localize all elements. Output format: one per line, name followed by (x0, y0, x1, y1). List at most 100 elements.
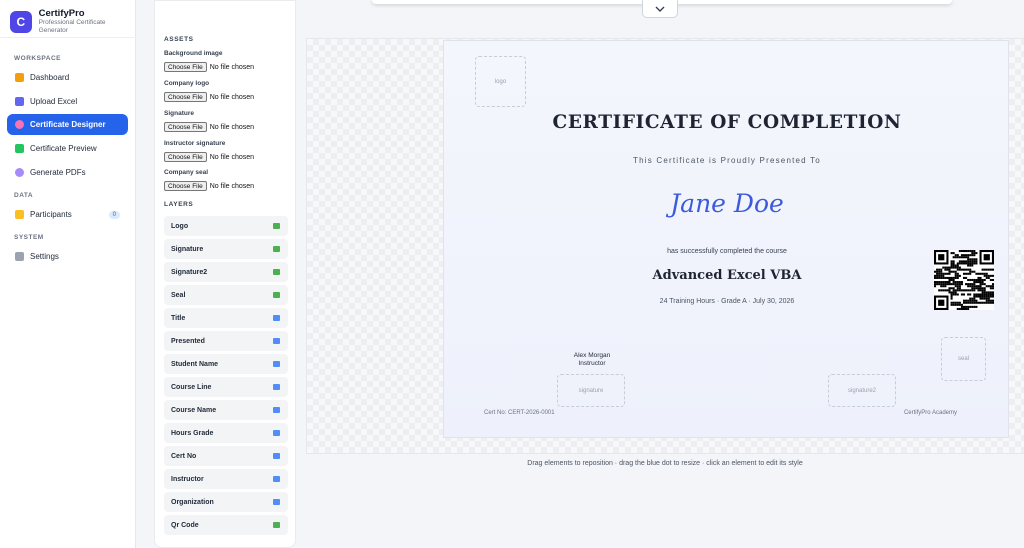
layer-label: Signature2 (171, 268, 208, 276)
choose-file-button[interactable]: Choose File (164, 92, 207, 102)
student-name[interactable]: Jane Doe (444, 189, 1010, 218)
layer-label: Logo (171, 222, 189, 230)
choose-file-button[interactable]: Choose File (164, 62, 207, 72)
layer-label: Title (171, 314, 186, 322)
nav-certificate-designer[interactable]: Certificate Designer (7, 114, 128, 135)
assets-heading: ASSETS (164, 36, 194, 43)
section-label-data: DATA (14, 192, 34, 199)
signature-file-input[interactable]: Choose File No file chosen (164, 122, 254, 132)
layer-item[interactable]: Instructor (164, 469, 288, 489)
canvas-hint: Drag elements to reposition · drag the b… (527, 460, 803, 467)
text-layer-icon (273, 338, 280, 344)
nav-label: Settings (30, 252, 59, 261)
layers-heading: LAYERS (164, 201, 194, 208)
upload-icon (15, 97, 24, 106)
signature2-placeholder[interactable]: signature2 (828, 374, 896, 407)
designer-panel: ASSETS Background image Choose File No f… (154, 0, 296, 548)
layer-label: Cert No (171, 452, 197, 460)
certificate-title[interactable]: CERTIFICATE OF COMPLETION (444, 112, 1010, 133)
text-layer-icon (273, 384, 280, 390)
layer-label: Qr Code (171, 521, 199, 529)
layer-item[interactable]: Title (164, 308, 288, 328)
layer-item[interactable]: Logo (164, 216, 288, 236)
organization[interactable]: CertifyPro Academy (904, 410, 957, 416)
choose-file-button[interactable]: Choose File (164, 122, 207, 132)
text-layer-icon (273, 407, 280, 413)
layer-item[interactable]: Course Name (164, 400, 288, 420)
file-status: No file chosen (209, 63, 255, 71)
nav-upload-excel[interactable]: Upload Excel (7, 91, 128, 112)
certificate-preview[interactable]: logo CERTIFICATE OF COMPLETION This Cert… (443, 40, 1009, 438)
instructor-block[interactable]: Alex Morgan Instructor (562, 352, 622, 368)
layer-item[interactable]: Organization (164, 492, 288, 512)
section-label-workspace: WORKSPACE (14, 55, 61, 62)
logo-placeholder[interactable]: logo (475, 56, 526, 107)
choose-file-button[interactable]: Choose File (164, 152, 207, 162)
layer-item[interactable]: Presented (164, 331, 288, 351)
chevron-down-icon (655, 6, 665, 12)
text-layer-icon (273, 315, 280, 321)
image-layer-icon (273, 292, 280, 298)
text-layer-icon (273, 361, 280, 367)
certificate-number[interactable]: Cert No: CERT-2026-0001 (484, 410, 555, 416)
layer-label: Course Name (171, 406, 217, 414)
instructor-signature-file-input[interactable]: Choose File No file chosen (164, 152, 254, 162)
app-subtitle: Professional Certificate Generator (38, 19, 106, 34)
layer-item[interactable]: Qr Code (164, 515, 288, 535)
seal-placeholder[interactable]: seal (941, 337, 986, 381)
file-status: No file chosen (209, 153, 255, 161)
layer-item[interactable]: Seal (164, 285, 288, 305)
layer-item[interactable]: Student Name (164, 354, 288, 374)
instructor-name: Alex Morgan (573, 352, 611, 359)
text-layer-icon (273, 430, 280, 436)
layer-label: Organization (171, 498, 214, 506)
nav-label: Certificate Preview (30, 144, 97, 153)
nav-certificate-preview[interactable]: Certificate Preview (7, 138, 128, 159)
tools-icon (15, 252, 24, 261)
layer-item[interactable]: Cert No (164, 446, 288, 466)
image-layer-icon (273, 223, 280, 229)
course-name[interactable]: Advanced Excel VBA (444, 268, 1010, 283)
brand: C CertifyPro Professional Certificate Ge… (10, 8, 135, 35)
choose-file-button[interactable]: Choose File (164, 181, 207, 191)
brand-divider (0, 37, 136, 38)
bar-chart-icon (15, 73, 24, 82)
layer-item[interactable]: Signature (164, 239, 288, 259)
layer-item[interactable]: Course Line (164, 377, 288, 397)
layer-item[interactable]: Signature2 (164, 262, 288, 282)
asset-label-background: Background image (164, 50, 223, 57)
image-layer-icon (273, 269, 280, 275)
collapse-toolbar-button[interactable] (642, 0, 678, 18)
logo-file-input[interactable]: Choose File No file chosen (164, 92, 254, 102)
nav-participants[interactable]: Participants 0 (7, 204, 128, 225)
text-layer-icon (273, 499, 280, 505)
text-layer-icon (273, 476, 280, 482)
seal-file-input[interactable]: Choose File No file chosen (164, 181, 254, 191)
layer-label: Seal (171, 291, 186, 299)
nav-label: Generate PDFs (30, 168, 86, 177)
participants-count-badge: 0 (108, 210, 120, 219)
nav-generate-pdfs[interactable]: Generate PDFs (7, 162, 128, 183)
signature-placeholder[interactable]: signature (557, 374, 625, 407)
image-icon (15, 144, 24, 153)
section-label-system: SYSTEM (14, 234, 44, 241)
course-line[interactable]: has successfully completed the course (444, 248, 1010, 255)
image-layer-icon (273, 246, 280, 252)
asset-label-signature: Signature (164, 110, 194, 117)
nav-label: Dashboard (30, 73, 70, 82)
file-status: No file chosen (209, 93, 255, 101)
layer-item[interactable]: Hours Grade (164, 423, 288, 443)
presented-text[interactable]: This Certificate is Proudly Presented To (444, 156, 1010, 165)
qr-code[interactable] (934, 250, 994, 310)
text-layer-icon (273, 453, 280, 459)
asset-label-seal: Company seal (164, 169, 209, 176)
background-file-input[interactable]: Choose File No file chosen (164, 62, 254, 72)
nav-settings[interactable]: Settings (7, 246, 128, 267)
instructor-role: Instructor (578, 360, 606, 367)
nav-dashboard[interactable]: Dashboard (7, 67, 128, 88)
sidebar: C CertifyPro Professional Certificate Ge… (0, 0, 136, 548)
file-status: No file chosen (209, 123, 255, 131)
file-status: No file chosen (209, 182, 255, 190)
hours-grade[interactable]: 24 Training Hours · Grade A · July 30, 2… (444, 298, 1010, 305)
layer-label: Instructor (171, 475, 204, 483)
